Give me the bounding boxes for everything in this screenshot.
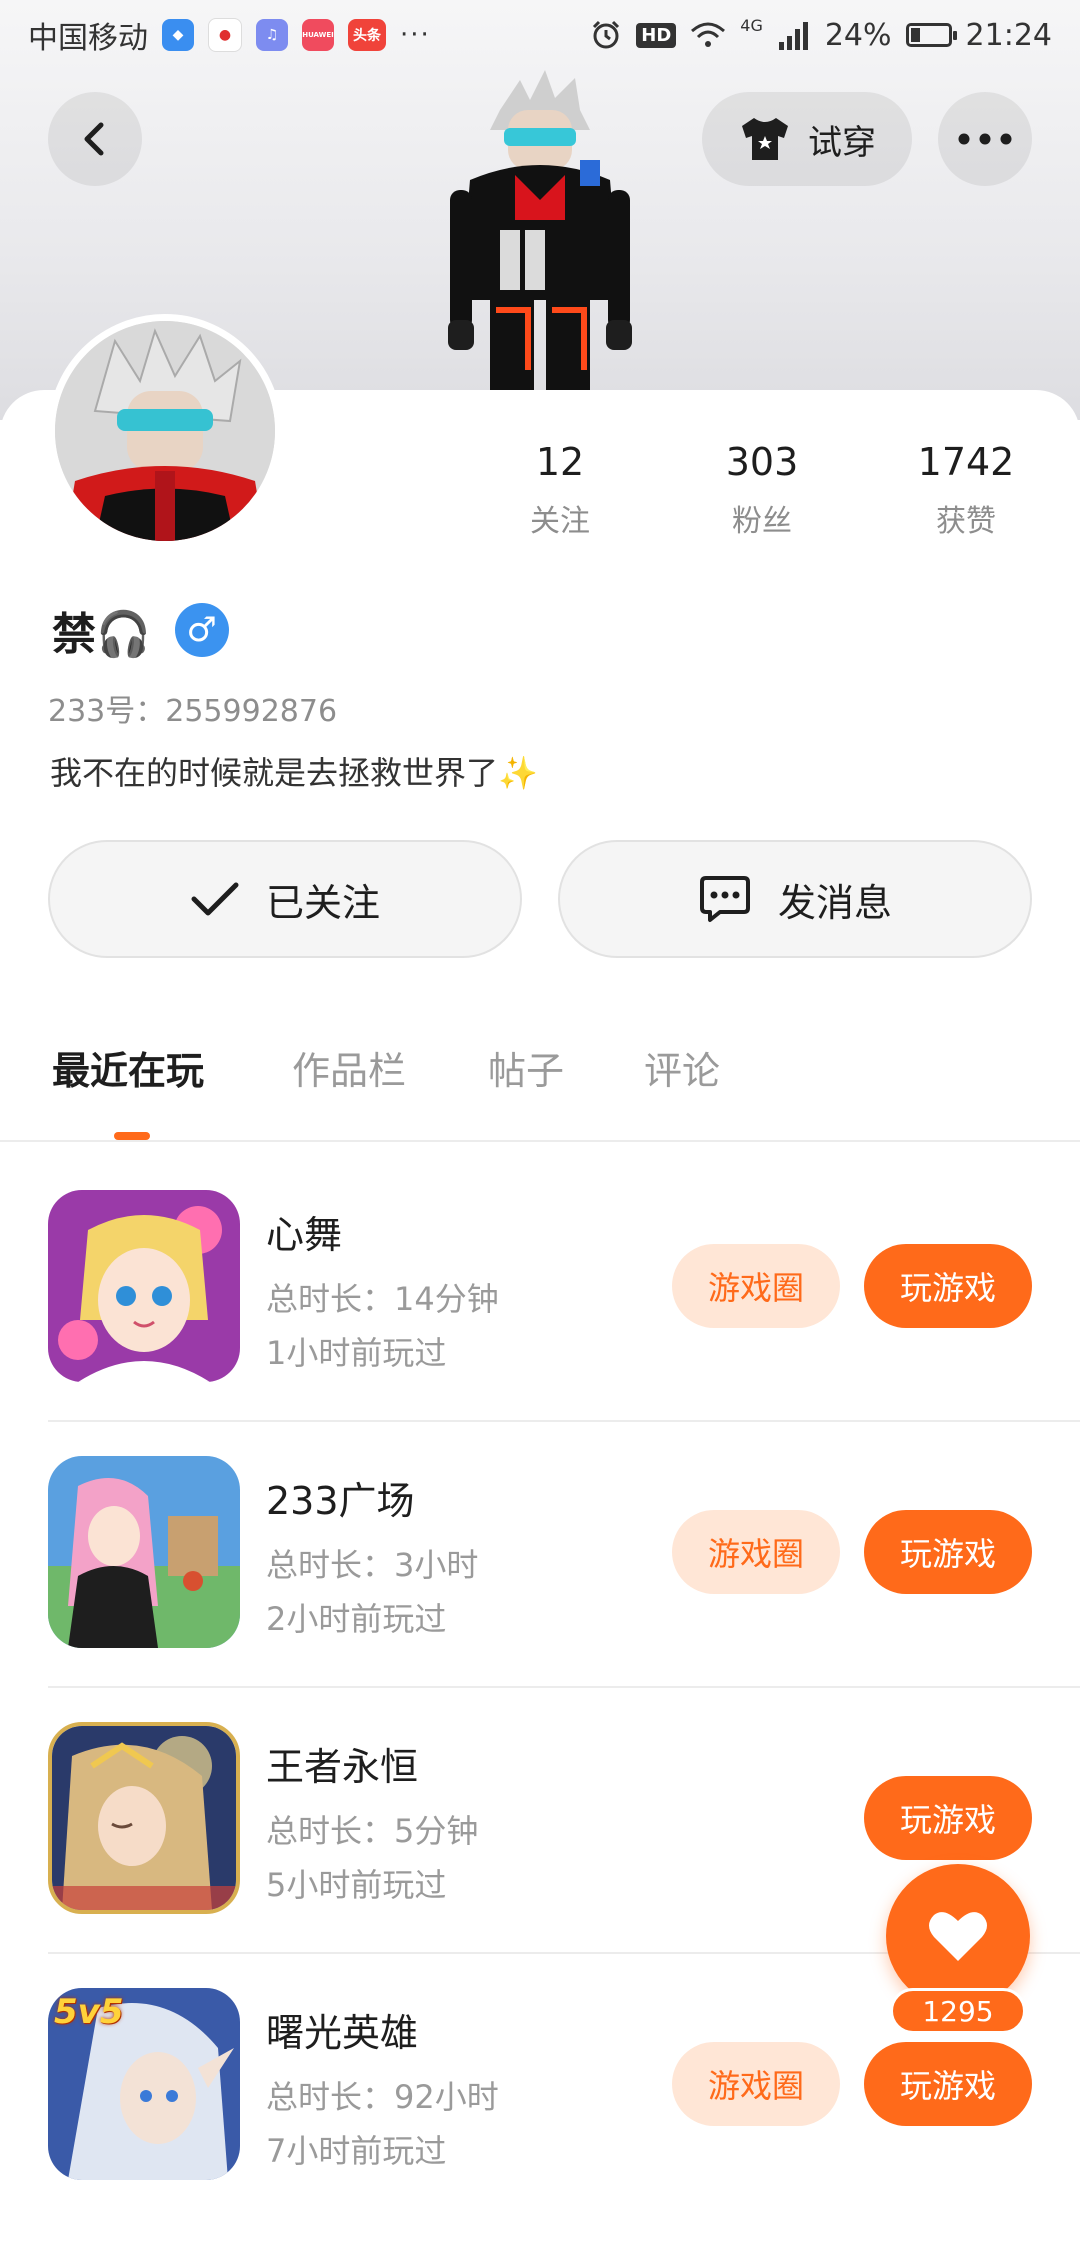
game-last-played: 5小时前玩过 bbox=[266, 1866, 447, 1904]
like-count: 1295 bbox=[890, 1988, 1026, 2034]
battery-percent: 24% bbox=[824, 17, 892, 53]
huawei-app-icon: HUAWEI bbox=[302, 19, 334, 51]
game-circle-button[interactable]: 游戏圈 bbox=[672, 1510, 840, 1594]
likes-label: 获赞 bbox=[936, 504, 996, 539]
game-name: 233广场 bbox=[266, 1479, 415, 1523]
username: 禁🎧 bbox=[52, 609, 151, 660]
game-icon: 5v5 bbox=[48, 1988, 240, 2180]
row-divider bbox=[48, 1686, 1080, 1688]
row-divider bbox=[48, 1420, 1080, 1422]
character-figure bbox=[448, 70, 632, 390]
username-row: 禁🎧 ♂ bbox=[52, 598, 229, 662]
tab-posts[interactable]: 帖子 bbox=[488, 1040, 564, 1095]
game-icon bbox=[48, 1456, 240, 1648]
wifi-icon bbox=[691, 22, 726, 47]
followers-label: 粉丝 bbox=[732, 504, 792, 539]
game-name: 曙光英雄 bbox=[266, 2011, 419, 2055]
play-game-button[interactable]: 玩游戏 bbox=[864, 1776, 1032, 1860]
game-duration: 总时长：92小时 bbox=[266, 2078, 499, 2116]
game-row[interactable]: 心舞 总时长：14分钟 1小时前玩过 游戏圈 玩游戏 bbox=[0, 1190, 1080, 1456]
status-bar: 中国移动 ◆ ● ♫ HUAWEI 头条 ··· HD 4G 24% 21:24 bbox=[0, 0, 1080, 70]
checkmark-icon bbox=[191, 882, 239, 916]
male-gender-icon: ♂ bbox=[174, 603, 229, 657]
play-game-button[interactable]: 玩游戏 bbox=[864, 1510, 1032, 1594]
game-duration: 总时长：14分钟 bbox=[266, 1280, 499, 1318]
message-button[interactable]: 发消息 bbox=[558, 840, 1032, 958]
active-tab-indicator bbox=[114, 1132, 150, 1140]
game-name: 王者永恒 bbox=[266, 1745, 419, 1789]
game-name: 心舞 bbox=[266, 1213, 343, 1257]
game-duration: 总时长：5分钟 bbox=[266, 1812, 479, 1850]
chat-bubble-icon bbox=[699, 876, 750, 922]
game-last-played: 7小时前玩过 bbox=[266, 2132, 447, 2170]
game-row[interactable]: 233广场 总时长：3小时 2小时前玩过 游戏圈 玩游戏 bbox=[0, 1456, 1080, 1722]
followers-stat[interactable]: 303 粉丝 bbox=[682, 440, 842, 540]
map-pin-app-icon: ● bbox=[208, 18, 242, 52]
profile-stats: 12 关注 303 粉丝 1742 获赞 bbox=[0, 440, 1080, 550]
back-button[interactable] bbox=[48, 92, 142, 186]
game-icon bbox=[48, 1190, 240, 1382]
game-icon bbox=[48, 1722, 240, 1914]
chevron-left-icon bbox=[84, 122, 104, 156]
game-duration: 总时长：3小时 bbox=[266, 1546, 479, 1584]
toutiao-app-icon: 头条 bbox=[348, 19, 386, 51]
music-app-icon: ♫ bbox=[256, 19, 288, 51]
following-count: 12 bbox=[535, 440, 585, 484]
battery-icon bbox=[905, 23, 957, 47]
shield-app-icon: ◆ bbox=[162, 19, 194, 51]
network-type-label: 4G bbox=[740, 15, 763, 35]
game-last-played: 2小时前玩过 bbox=[266, 1600, 447, 1638]
tshirt-icon bbox=[742, 118, 788, 160]
likes-stat[interactable]: 1742 获赞 bbox=[886, 440, 1046, 540]
more-notifications-icon: ··· bbox=[400, 20, 431, 50]
try-on-label: 试穿 bbox=[808, 122, 876, 163]
play-game-button[interactable]: 玩游戏 bbox=[864, 1244, 1032, 1328]
alarm-icon bbox=[593, 20, 620, 49]
clock: 21:24 bbox=[965, 17, 1052, 53]
likes-count: 1742 bbox=[917, 440, 1015, 484]
carrier-label: 中国移动 bbox=[28, 21, 148, 56]
heart-icon bbox=[929, 1912, 987, 1961]
more-options-button[interactable] bbox=[938, 92, 1032, 186]
following-stat[interactable]: 12 关注 bbox=[480, 440, 640, 540]
following-button[interactable]: 已关注 bbox=[48, 840, 522, 958]
tab-comments[interactable]: 评论 bbox=[644, 1040, 720, 1095]
play-game-button[interactable]: 玩游戏 bbox=[864, 2042, 1032, 2126]
hd-badge: HD bbox=[636, 22, 677, 48]
game-circle-button[interactable]: 游戏圈 bbox=[672, 2042, 840, 2126]
game-icon-badge: 5v5 bbox=[54, 1992, 124, 2032]
following-button-label: 已关注 bbox=[265, 880, 380, 925]
profile-tabs: 最近在玩 作品栏 帖子 评论 bbox=[0, 1040, 1080, 1140]
tab-recently-played[interactable]: 最近在玩 bbox=[52, 1040, 204, 1095]
try-on-button[interactable]: 试穿 bbox=[702, 92, 912, 186]
game-circle-button[interactable]: 游戏圈 bbox=[672, 1244, 840, 1328]
message-button-label: 发消息 bbox=[777, 880, 892, 925]
more-horizontal-icon bbox=[958, 133, 1012, 145]
user-id: 233号：255992876 bbox=[48, 694, 338, 729]
tabs-divider bbox=[0, 1140, 1080, 1142]
tab-works[interactable]: 作品栏 bbox=[292, 1040, 406, 1095]
followers-count: 303 bbox=[725, 440, 799, 484]
user-bio: 我不在的时候就是去拯救世界了✨ bbox=[50, 754, 538, 792]
signal-icon bbox=[778, 22, 808, 50]
like-button[interactable] bbox=[886, 1864, 1030, 2008]
game-last-played: 1小时前玩过 bbox=[266, 1334, 447, 1372]
following-label: 关注 bbox=[530, 504, 590, 539]
